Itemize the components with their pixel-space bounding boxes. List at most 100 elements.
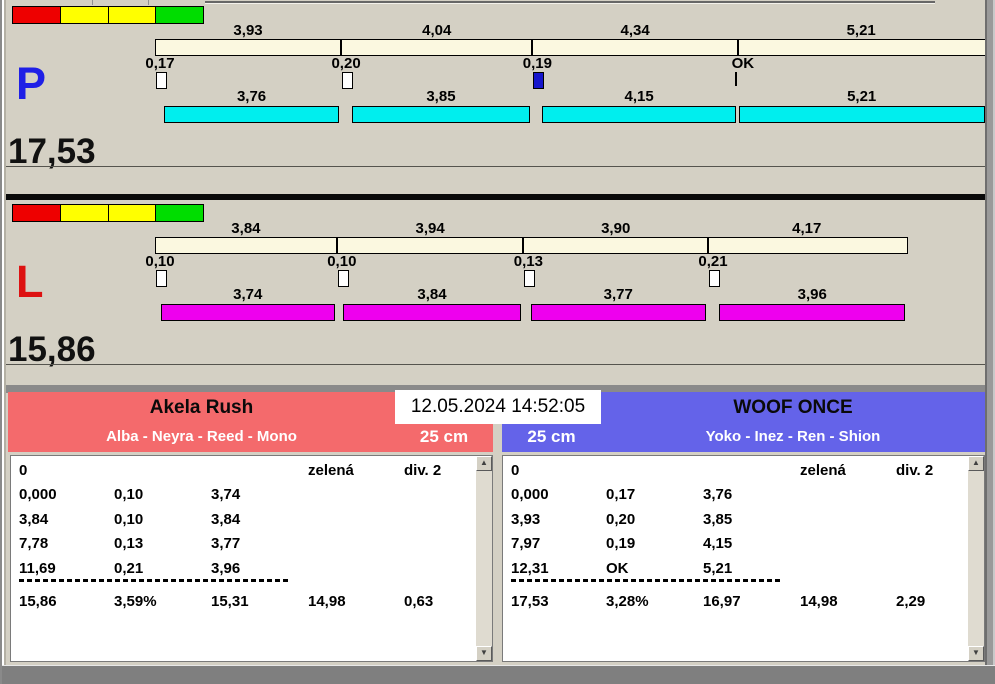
reaction-time-label: 0,10 (145, 253, 175, 270)
toolbar-edge-highlight (205, 3, 935, 4)
swim-time-label: 3,85 (426, 88, 456, 105)
table-row-cell: 3,76 (703, 486, 733, 503)
swim-time-bar-segment (160, 304, 335, 321)
lane-panel-p: P 17,53 3,93 0,17 3,76 4,04 0,20 3,85 4,34 0,19… (0, 6, 995, 196)
results-table-right: 0 zelená div. 2 0,000 0,17 3,76 3,93 0,20 3,85 7,… (502, 455, 985, 662)
results-table-body[interactable]: 0 zelená div. 2 0,000 0,10 3,74 3,84 0,10 3,84 7,… (11, 456, 476, 661)
table-row-cell: 0,10 (114, 486, 144, 503)
cumulative-time-label: 5,21 (846, 22, 876, 39)
cumulative-time-bar (155, 237, 908, 254)
lane-bars-l: 3,84 0,10 3,74 3,94 0,10 3,84 3,90 0,13 3,77 4,17… (0, 204, 995, 394)
exchange-marker (533, 72, 545, 89)
table-header-cell: zelená (800, 462, 846, 479)
lane-bars-p: 3,93 0,17 3,76 4,04 0,20 3,85 4,34 0,19 4,15 5,21… (0, 6, 995, 196)
table-row-cell: 3,84 (211, 510, 241, 528)
exchange-ok-tick (734, 72, 737, 86)
table-row-cell: 3,85 (703, 510, 733, 528)
section-divider-line (6, 166, 985, 167)
table-header-cell: div. 2 (404, 462, 442, 479)
table-row-cell: 11,69 (19, 559, 56, 577)
swim-time-label: 3,76 (236, 88, 267, 105)
swim-time-bar-segment (164, 106, 340, 123)
table-row-cell: 0,13 (114, 535, 144, 552)
reaction-time-label: 0,20 (331, 55, 361, 72)
results-table-body[interactable]: 0 zelená div. 2 0,000 0,17 3,76 3,93 0,20 3,85 7,… (503, 456, 968, 661)
table-row-cell: 0,17 (606, 486, 636, 503)
table-row-cell: 7,97 (511, 535, 541, 552)
vertical-scrollbar[interactable]: ▲ ▼ (476, 456, 492, 661)
table-header-cell: div. 2 (896, 462, 934, 479)
segment-divider (707, 237, 710, 254)
cumulative-time-bar (155, 39, 987, 56)
scroll-down-icon[interactable]: ▼ (476, 646, 492, 661)
cumulative-time-label: 3,93 (233, 22, 263, 39)
reaction-time-label: 0,13 (513, 253, 543, 270)
table-row-cell: 0,10 (114, 510, 144, 528)
table-row-cell: 0,21 (114, 559, 144, 577)
swim-time-bar-segment (530, 304, 706, 321)
segment-divider (736, 39, 739, 56)
swim-time-label: 3,84 (417, 286, 447, 303)
table-row-cell: 4,15 (703, 535, 733, 552)
swim-time-bar-segment (718, 304, 906, 321)
table-row-cell: 3,96 (211, 559, 241, 577)
cumulative-time-label: 4,34 (620, 22, 650, 39)
table-header-cell: zelená (308, 462, 354, 479)
datetime-display: 12.05.2024 14:52:05 (395, 390, 601, 424)
swim-time-label: 3,77 (603, 286, 633, 303)
table-summary-cell: 0,63 (404, 593, 434, 610)
segment-divider (340, 39, 343, 56)
exchange-marker (337, 270, 349, 287)
cumulative-time-label: 3,90 (601, 220, 631, 237)
table-summary-cell: 2,29 (896, 593, 926, 610)
table-row-cell: 7,78 (19, 535, 49, 552)
reaction-time-label: OK (731, 55, 755, 72)
table-row-cell: 0,19 (606, 535, 636, 552)
segment-divider (531, 39, 534, 56)
table-separator-dashes (19, 579, 291, 582)
status-footer (0, 665, 995, 684)
swim-time-bar-segment (351, 106, 531, 123)
table-summary-cell: 15,86 (19, 593, 57, 610)
lane-separator-bar (6, 194, 985, 200)
swim-time-label: 5,21 (847, 88, 877, 105)
swim-time-label: 3,96 (797, 286, 827, 303)
table-header-cell: 0 (19, 462, 28, 479)
team-crew-names: Alba - Neyra - Reed - Mono (106, 428, 297, 445)
toolbar-tick (92, 0, 93, 5)
pool-length-badge: 25 cm (419, 427, 469, 446)
cumulative-time-label: 3,94 (415, 220, 445, 237)
reaction-time-label: 0,10 (327, 253, 357, 270)
table-separator-dashes (511, 579, 783, 582)
table-row-cell: 0,20 (606, 510, 636, 528)
exchange-marker (156, 72, 167, 89)
table-row-cell: 12,31 (511, 559, 549, 577)
table-summary-cell: 16,97 (703, 593, 741, 610)
table-summary-cell: 3,28% (606, 593, 649, 610)
table-row-cell: 3,84 (19, 510, 49, 528)
table-summary-cell: 17,53 (511, 593, 549, 610)
team-name: WOOF ONCE (733, 397, 853, 418)
reaction-time-label: 0,17 (145, 55, 175, 72)
team-crew-names: Yoko - Inez - Ren - Shion (705, 428, 881, 445)
cumulative-time-label: 3,84 (231, 220, 261, 237)
table-summary-cell: 14,98 (800, 593, 838, 610)
table-row-cell: 0,000 (511, 486, 549, 503)
table-row-cell: 3,77 (211, 535, 241, 552)
table-row-cell: 0,000 (19, 486, 57, 503)
table-row-cell: 5,21 (703, 559, 733, 577)
reaction-time-label: 0,19 (522, 55, 552, 72)
reaction-time-label: 0,21 (698, 253, 728, 270)
timing-app-window: P 17,53 3,93 0,17 3,76 4,04 0,20 3,85 4,34 0,19… (0, 0, 995, 684)
scroll-down-icon[interactable]: ▼ (968, 646, 984, 661)
swim-time-label: 4,15 (624, 88, 654, 105)
table-summary-cell: 3,59% (114, 593, 157, 610)
segment-divider (335, 237, 338, 254)
vertical-scrollbar[interactable]: ▲ ▼ (968, 456, 984, 661)
table-row-cell: OK (606, 559, 629, 577)
table-summary-cell: 14,98 (308, 593, 346, 610)
scroll-up-icon[interactable]: ▲ (968, 456, 984, 471)
scroll-up-icon[interactable]: ▲ (476, 456, 492, 471)
swim-time-label: 3,74 (233, 286, 263, 303)
section-divider-line (6, 364, 985, 365)
